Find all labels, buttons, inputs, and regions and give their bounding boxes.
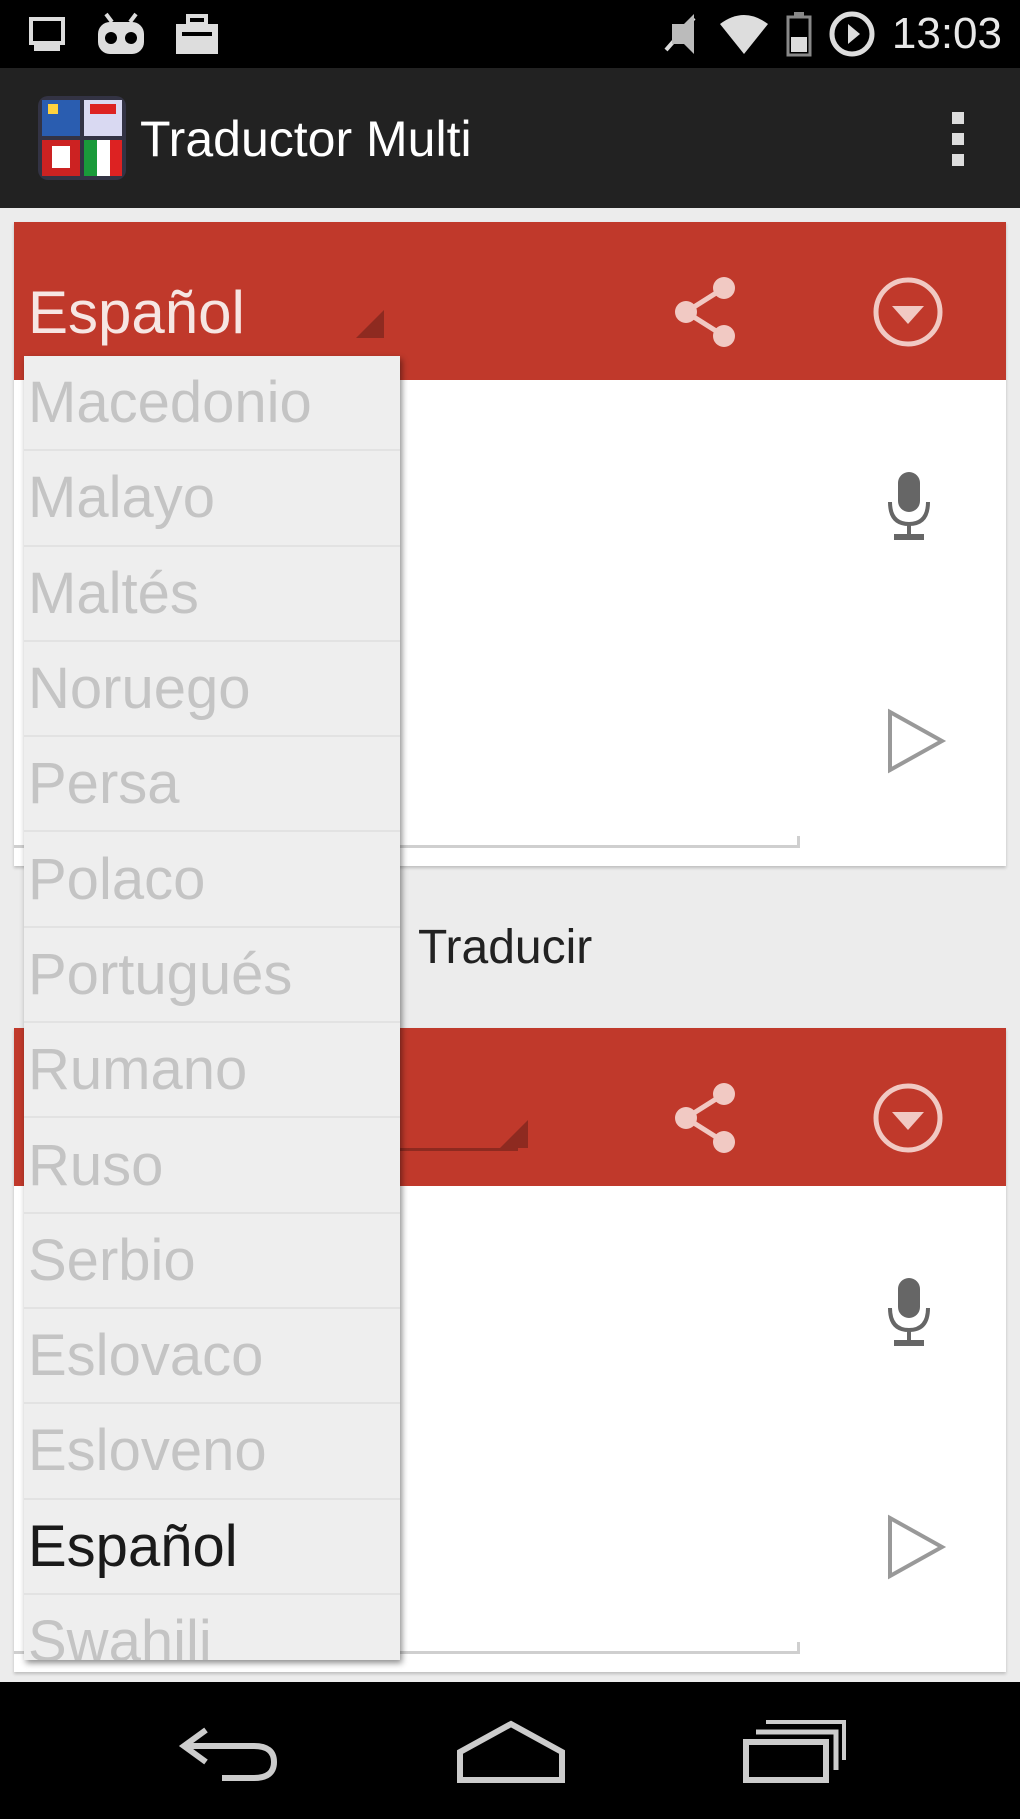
clock: 13:03 bbox=[891, 9, 1002, 58]
language-option[interactable]: Rumano bbox=[24, 1023, 400, 1119]
status-bar: 13:03 bbox=[0, 0, 1020, 68]
home-icon[interactable] bbox=[454, 1716, 568, 1786]
briefcase-icon bbox=[176, 14, 218, 54]
microphone-icon[interactable] bbox=[882, 1276, 936, 1350]
battery-icon bbox=[786, 12, 812, 57]
language-option[interactable]: Serbio bbox=[24, 1214, 400, 1309]
language-option[interactable]: Eslovaco bbox=[24, 1309, 400, 1405]
language-option[interactable]: Polaco bbox=[24, 832, 400, 928]
source-language-spinner[interactable]: Español bbox=[28, 278, 245, 347]
language-option-selected[interactable]: Español bbox=[24, 1500, 400, 1595]
android-debug-icon bbox=[98, 12, 144, 54]
play-icon[interactable] bbox=[880, 1512, 950, 1582]
language-option[interactable]: Macedonio bbox=[24, 356, 400, 452]
language-option[interactable]: Malayo bbox=[24, 451, 400, 547]
play-icon[interactable] bbox=[880, 706, 950, 776]
share-icon[interactable] bbox=[668, 1078, 744, 1158]
share-icon[interactable] bbox=[668, 272, 744, 352]
overflow-menu-icon[interactable] bbox=[946, 108, 970, 170]
back-icon[interactable] bbox=[176, 1716, 280, 1786]
action-bar: Traductor Multi bbox=[0, 68, 1020, 208]
navigation-bar bbox=[0, 1682, 1020, 1819]
dropdown-circle-icon[interactable] bbox=[868, 272, 948, 352]
language-option[interactable]: Portugués bbox=[24, 928, 400, 1024]
flags-app-icon[interactable] bbox=[34, 90, 130, 186]
mute-icon bbox=[664, 14, 696, 54]
recents-icon[interactable] bbox=[742, 1716, 848, 1786]
dropdown-circle-icon[interactable] bbox=[868, 1078, 948, 1158]
data-saver-icon bbox=[829, 11, 875, 57]
wifi-icon bbox=[719, 15, 768, 54]
translate-button[interactable]: Traducir bbox=[418, 920, 592, 975]
language-option[interactable]: Maltés bbox=[24, 547, 400, 642]
microphone-icon[interactable] bbox=[882, 470, 936, 544]
language-option[interactable]: Ruso bbox=[24, 1118, 400, 1214]
spinner-arrow-icon bbox=[500, 1120, 528, 1148]
language-option[interactable]: Esloveno bbox=[24, 1404, 400, 1500]
language-option[interactable]: Persa bbox=[24, 737, 400, 833]
spinner-arrow-icon bbox=[356, 310, 384, 338]
app-title: Traductor Multi bbox=[140, 111, 472, 167]
language-dropdown-list: Macedonio Malayo Maltés Noruego Persa Po… bbox=[24, 356, 400, 1660]
language-option[interactable]: Noruego bbox=[24, 642, 400, 738]
language-option[interactable]: Swahili bbox=[24, 1595, 400, 1660]
monitor-icon bbox=[29, 17, 65, 51]
